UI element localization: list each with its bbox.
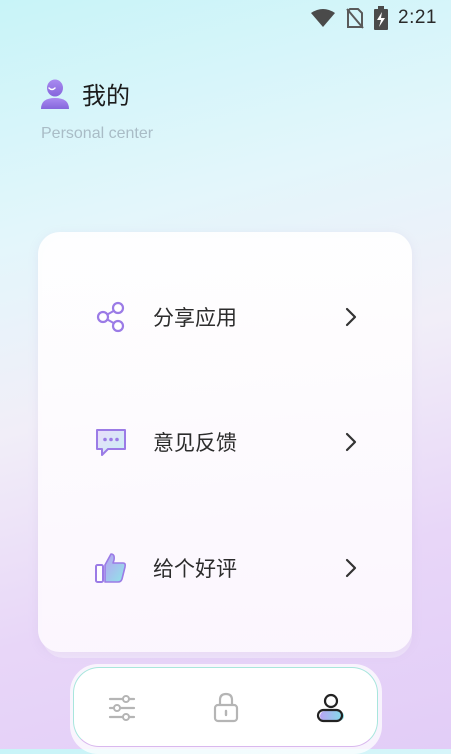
feedback-chat-icon (96, 429, 126, 456)
wifi-icon (311, 9, 336, 27)
menu-item-rate-app[interactable]: 给个好评 (38, 538, 412, 598)
chevron-right-icon (345, 307, 357, 327)
share-icon (96, 301, 125, 333)
tab-user-icon[interactable] (314, 690, 348, 724)
tab-settings-sliders-icon[interactable] (105, 690, 139, 724)
menu-item-feedback[interactable]: 意见反馈 (38, 412, 412, 472)
page-subtitle: Personal center (41, 125, 154, 142)
status-icons: 2:21 (310, 6, 437, 30)
menu-item-share-app[interactable]: 分享应用 (38, 287, 412, 347)
page-title: 我的 (82, 82, 130, 110)
chevron-right-icon (345, 432, 357, 452)
page-header: 我的 Personal center (38, 76, 153, 143)
menu-item-label: 分享应用 (153, 306, 237, 330)
menu-item-label: 给个好评 (153, 557, 237, 581)
no-sim-icon (346, 8, 364, 29)
chevron-right-icon (345, 558, 357, 578)
header-title-row: 我的 (38, 76, 153, 111)
status-bar: 2:21 (0, 0, 451, 36)
status-time: 2:21 (398, 7, 437, 28)
user-avatar-icon (41, 79, 69, 109)
menu-card: 分享应用 意见反馈 给个好评 (38, 232, 412, 652)
thumbs-up-icon (95, 553, 127, 583)
battery-charging-icon (374, 6, 389, 30)
tab-lock-icon[interactable] (209, 690, 243, 724)
tab-bar (73, 667, 378, 747)
menu-item-label: 意见反馈 (153, 431, 237, 455)
